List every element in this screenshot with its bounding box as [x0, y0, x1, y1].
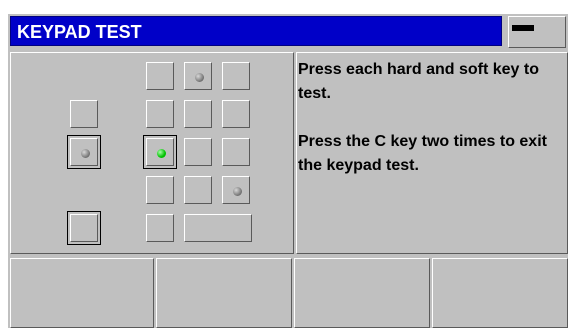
- instruction-line-1: Press each hard and soft key to test.: [298, 61, 539, 102]
- keypad-key: [146, 176, 174, 204]
- keypad-key: [184, 100, 212, 128]
- page-title: KEYPAD TEST: [10, 16, 502, 46]
- keypad-key: [146, 214, 174, 242]
- keypad-key-pressed: [143, 135, 177, 169]
- keypad-key: [184, 62, 212, 90]
- softkey-2[interactable]: [156, 258, 292, 328]
- softkey-4[interactable]: [432, 258, 568, 328]
- softkey-bar: [8, 258, 568, 328]
- softkey-3[interactable]: [294, 258, 430, 328]
- led-indicator-icon: [233, 187, 242, 196]
- keypad-key-left-3: [67, 211, 101, 245]
- keypad-key: [184, 176, 212, 204]
- keypad-key-wide: [184, 214, 252, 242]
- keypad-key: [222, 176, 250, 204]
- keypad-key: [146, 100, 174, 128]
- softkey-1[interactable]: [10, 258, 154, 328]
- led-indicator-icon: [195, 73, 204, 82]
- keypad-key: [146, 62, 174, 90]
- keypad-key: [222, 62, 250, 90]
- keypad-key: [222, 138, 250, 166]
- led-active-icon: [157, 149, 166, 158]
- keypad-key-left-2: [67, 135, 101, 169]
- keypad-key: [222, 100, 250, 128]
- mode-indicator: [508, 16, 566, 48]
- led-indicator-icon: [81, 149, 90, 158]
- minus-bar-icon: [512, 25, 534, 31]
- keypad-key-left-1: [70, 100, 98, 128]
- instruction-line-2: Press the C key two times to exit the ke…: [298, 133, 547, 174]
- keypad-key: [184, 138, 212, 166]
- keypad-test-screen: KEYPAD TEST Press each hard and soft key…: [8, 14, 568, 328]
- instructions-text: Press each hard and soft key to test. Pr…: [298, 58, 566, 178]
